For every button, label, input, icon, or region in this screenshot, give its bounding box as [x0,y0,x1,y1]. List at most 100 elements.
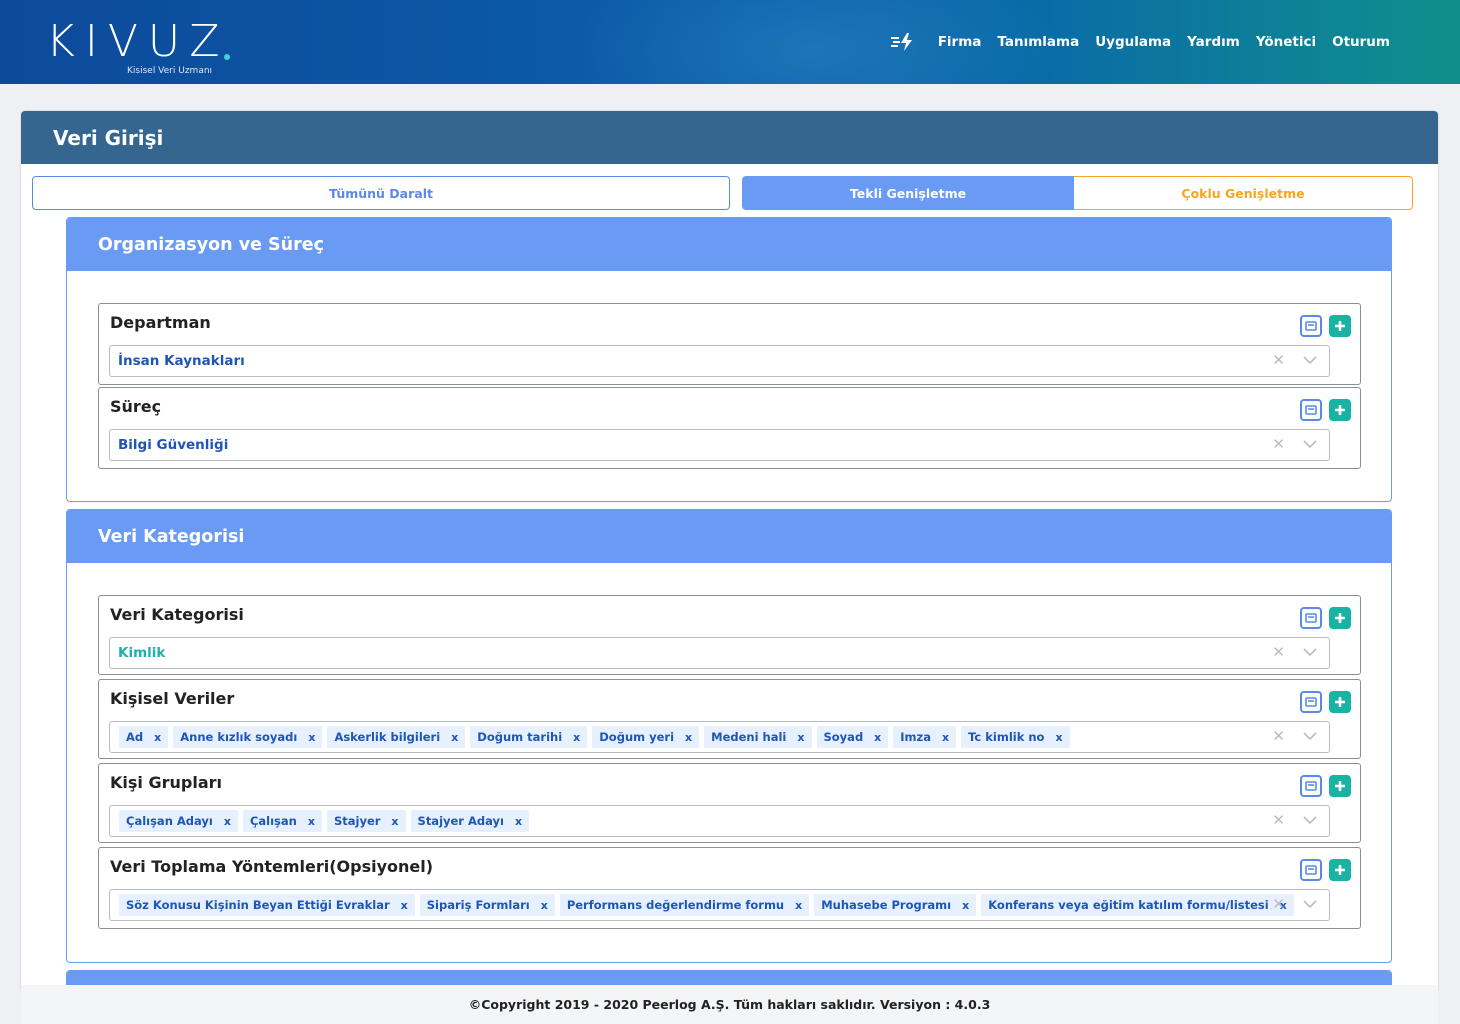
nav-tanimlama[interactable]: Tanımlama [997,34,1079,50]
tag-label: Tc kimlik no [968,730,1045,744]
clear-icon[interactable]: ✕ [1272,727,1285,745]
copy-icon[interactable] [1300,399,1322,421]
collection-methods-select[interactable]: Söz Konusu Kişinin Beyan Ettiği Evraklar… [109,889,1330,921]
remove-tag-icon[interactable]: x [224,815,231,828]
data-category-select[interactable]: Kimlik ✕ [109,637,1330,669]
remove-tag-icon[interactable]: x [573,731,580,744]
tag-label: Doğum yeri [599,730,675,744]
copy-icon[interactable] [1300,691,1322,713]
remove-tag-icon[interactable]: x [942,731,949,744]
remove-tag-icon[interactable]: x [1055,731,1062,744]
tag-label: Stajyer [333,814,381,828]
department-select[interactable]: İnsan Kaynakları ✕ [109,345,1330,377]
person-groups-label: Kişi Grupları [110,773,222,792]
chevron-down-icon[interactable] [1303,351,1317,369]
department-label: Departman [110,313,211,332]
section-data-category-header[interactable]: Veri Kategorisi [67,510,1391,563]
clear-icon[interactable]: ✕ [1272,811,1285,829]
chevron-down-icon[interactable] [1303,811,1317,829]
tag: Stajyer x [326,810,406,832]
select-controls: ✕ [1272,351,1317,369]
clear-icon[interactable]: ✕ [1272,895,1285,913]
tag-label: Çalışan Adayı [126,814,213,828]
add-icon[interactable] [1329,315,1351,337]
tag: Medeni hali x [704,726,812,748]
field-process: Süreç Bilgi Güvenliği ✕ [98,387,1361,469]
nav-uygulama[interactable]: Uygulama [1095,34,1171,50]
chevron-down-icon[interactable] [1303,435,1317,453]
remove-tag-icon[interactable]: x [308,815,315,828]
tag: Sipariş Formları x [419,894,555,916]
chevron-down-icon[interactable] [1303,727,1317,745]
multi-expand-button[interactable]: Çoklu Genişletme [1074,176,1413,210]
select-controls: ✕ [1272,895,1317,913]
tag-label: Çalışan [249,814,297,828]
clear-icon[interactable]: ✕ [1272,351,1285,369]
add-icon[interactable] [1329,399,1351,421]
add-icon[interactable] [1329,859,1351,881]
clear-icon[interactable]: ✕ [1272,435,1285,453]
select-controls: ✕ [1272,643,1317,661]
remove-tag-icon[interactable]: x [154,731,161,744]
remove-tag-icon[interactable]: x [797,731,804,744]
chevron-down-icon[interactable] [1303,895,1317,913]
tag: Muhasebe Programı x [814,894,977,916]
process-actions [1300,399,1351,421]
collection-methods-tags: Söz Konusu Kişinin Beyan Ettiği Evraklar… [118,894,1294,916]
remove-tag-icon[interactable]: x [795,899,802,912]
tag: Performans değerlendirme formu x [559,894,810,916]
tag: Konferans veya eğitim katılım formu/list… [981,894,1294,916]
field-personal-data: Kişisel Veriler Ad x Anne kızlık soyadı x … [98,679,1361,759]
nav-firma[interactable]: Firma [938,34,982,50]
brand-tagline: Kisisel Veri Uzmanı [127,66,213,76]
tag: Çalışan Adayı x [119,810,238,832]
select-controls: ✕ [1272,811,1317,829]
tag-label: Konferans veya eğitim katılım formu/list… [988,898,1269,912]
single-expand-button[interactable]: Tekli Genişletme [742,176,1074,210]
department-value: İnsan Kaynakları [118,353,245,369]
copy-icon[interactable] [1300,859,1322,881]
select-controls: ✕ [1272,435,1317,453]
remove-tag-icon[interactable]: x [451,731,458,744]
remove-tag-icon[interactable]: x [685,731,692,744]
department-actions [1300,315,1351,337]
copy-icon[interactable] [1300,607,1322,629]
nav-yardim[interactable]: Yardım [1187,34,1240,50]
remove-tag-icon[interactable]: x [391,815,398,828]
clear-icon[interactable]: ✕ [1272,643,1285,661]
tag: Soyad x [816,726,889,748]
tag-label: Söz Konusu Kişinin Beyan Ettiği Evraklar [126,898,390,912]
copy-icon[interactable] [1300,775,1322,797]
personal-data-label: Kişisel Veriler [110,689,235,708]
remove-tag-icon[interactable]: x [401,899,408,912]
person-groups-select[interactable]: Çalışan Adayı x Çalışan x Stajyer x Stajyer… [109,805,1330,837]
remove-tag-icon[interactable]: x [874,731,881,744]
collapse-all-button[interactable]: Tümünü Daralt [32,176,730,210]
add-icon[interactable] [1329,607,1351,629]
process-value: Bilgi Güvenliği [118,437,229,453]
tag: Anne kızlık soyadı x [173,726,323,748]
add-icon[interactable] [1329,775,1351,797]
expand-toolbar: Tümünü Daralt Tekli Genişletme Çoklu Gen… [32,176,1413,210]
tag-label: Stajyer Adayı [417,814,504,828]
section-organization-header[interactable]: Organizasyon ve Süreç [67,218,1391,271]
brand-logo[interactable]: KIVUZ Kisisel Veri Uzmanı [46,14,246,78]
chevron-down-icon[interactable] [1303,643,1317,661]
nav-yonetici[interactable]: Yönetici [1256,34,1316,50]
remove-tag-icon[interactable]: x [308,731,315,744]
tag: Askerlik bilgileri x [327,726,466,748]
process-select[interactable]: Bilgi Güvenliği ✕ [109,429,1330,461]
copy-icon[interactable] [1300,315,1322,337]
remove-tag-icon[interactable]: x [515,815,522,828]
quick-actions-icon[interactable] [890,32,916,52]
remove-tag-icon[interactable]: x [541,899,548,912]
tag: Çalışan x [242,810,322,832]
tag: Ad x [119,726,169,748]
remove-tag-icon[interactable]: x [962,899,969,912]
footer-copyright: ©Copyright 2019 - 2020 Peerlog A.Ş. Tüm … [21,985,1438,1024]
collection-methods-label: Veri Toplama Yöntemleri(Opsiyonel) [110,857,434,876]
add-icon[interactable] [1329,691,1351,713]
data-category-label: Veri Kategorisi [110,605,244,624]
nav-oturum[interactable]: Oturum [1332,34,1390,50]
personal-data-select[interactable]: Ad x Anne kızlık soyadı x Askerlik bilgile… [109,721,1330,753]
